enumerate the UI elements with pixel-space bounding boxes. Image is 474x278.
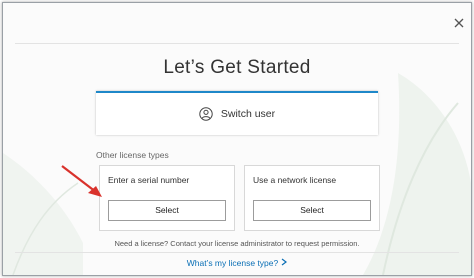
page-title: Let’s Get Started <box>163 57 311 78</box>
network-license-label: Use a network license <box>253 175 337 185</box>
need-license-note: Need a license? Contact your license adm… <box>114 239 360 248</box>
license-type-link-text: What’s my license type? <box>186 258 279 268</box>
annotation-arrow-icon <box>61 165 102 197</box>
network-license-select-button[interactable]: Select <box>253 200 371 221</box>
license-dialog: Let’s Get Started Switch user Other lice… <box>2 2 472 276</box>
serial-number-card: Enter a serial number Select <box>99 165 235 231</box>
chevron-right-icon <box>281 258 288 266</box>
license-type-link[interactable]: What’s my license type? <box>3 258 471 268</box>
serial-number-label: Enter a serial number <box>108 175 190 185</box>
footer-divider <box>15 252 459 253</box>
other-license-types-label: Other license types <box>96 150 169 160</box>
close-icon[interactable] <box>452 16 466 30</box>
title-divider <box>15 43 459 44</box>
user-icon <box>199 107 213 121</box>
switch-user-button[interactable]: Switch user <box>96 91 378 135</box>
serial-number-select-button[interactable]: Select <box>108 200 226 221</box>
network-license-card: Use a network license Select <box>244 165 380 231</box>
switch-user-label: Switch user <box>220 108 276 120</box>
